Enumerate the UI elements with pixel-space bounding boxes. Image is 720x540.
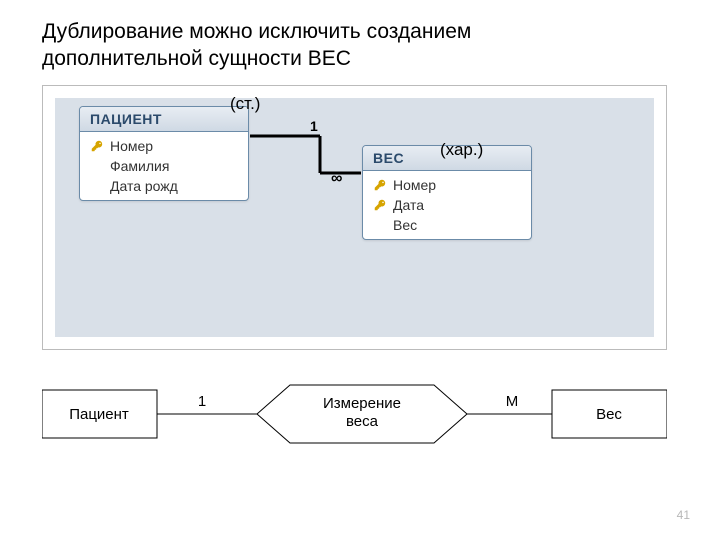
field-label: Дата рожд (110, 178, 178, 194)
slide-title: Дублирование можно исключить созданием д… (42, 18, 471, 73)
key-icon (373, 178, 387, 192)
table-row: Вес (363, 215, 531, 235)
conceptual-erd: Пациент 1 Измерение веса M Вес (42, 380, 667, 460)
annotation-har: (хар.) (440, 140, 483, 160)
field-label: Вес (393, 217, 417, 233)
er-diagram-canvas: 1 ∞ ПАЦИЕНТ Номер Фамилия Дата ро (43, 86, 666, 349)
annotation-st: (ст.) (230, 94, 260, 114)
table-row: Дата (363, 195, 531, 215)
table-row: Номер (363, 175, 531, 195)
erd-relationship-line2: веса (346, 413, 379, 430)
title-line-1: Дублирование можно исключить созданием (42, 20, 471, 43)
cardinality-many: ∞ (331, 170, 342, 187)
table-patient-body: Номер Фамилия Дата рожд (80, 132, 248, 200)
field-label: Номер (110, 138, 153, 154)
erd-entity-patient: Пациент (69, 406, 129, 423)
key-icon (373, 198, 387, 212)
title-line-2: дополнительной сущности ВЕС (42, 47, 351, 70)
erd-relationship-line1: Измерение (323, 395, 401, 412)
table-patient: ПАЦИЕНТ Номер Фамилия Дата рожд (79, 106, 249, 201)
erd-entity-weight: Вес (596, 406, 622, 423)
table-patient-header: ПАЦИЕНТ (80, 107, 248, 132)
er-diagram-panel: 1 ∞ ПАЦИЕНТ Номер Фамилия Дата ро (42, 85, 667, 350)
key-icon (90, 139, 104, 153)
field-label: Номер (393, 177, 436, 193)
page-number: 41 (677, 508, 690, 522)
table-row: Номер (80, 136, 248, 156)
table-row: Дата рожд (80, 176, 248, 196)
table-row: Фамилия (80, 156, 248, 176)
field-label: Дата (393, 197, 424, 213)
cardinality-one: 1 (310, 118, 318, 134)
table-weight-body: Номер Дата Вес (363, 171, 531, 239)
erd-cardinality-right: M (506, 393, 519, 410)
erd-cardinality-left: 1 (198, 393, 206, 410)
field-label: Фамилия (110, 158, 169, 174)
